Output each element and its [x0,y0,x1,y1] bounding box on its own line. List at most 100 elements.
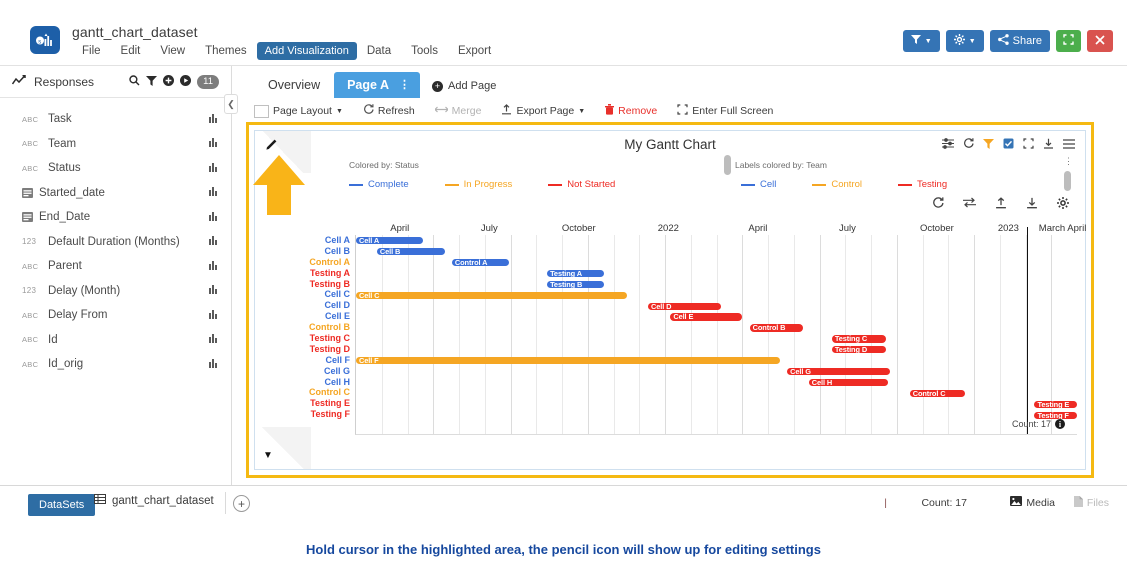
media-button[interactable]: Media [1010,496,1055,509]
menu-item-export[interactable]: Export [448,42,501,60]
bar-chart-icon[interactable] [209,235,219,248]
sidebar-item-team[interactable]: ABC Team [0,132,231,157]
bar-chart-icon[interactable] [209,186,219,199]
page-layout-button[interactable]: Page Layout ▼ [254,104,353,118]
filter-icon[interactable] [146,75,158,89]
download-icon[interactable] [1026,197,1038,212]
gantt-bar[interactable]: Cell B [376,248,445,255]
legend-item-not-started[interactable]: Not Started [548,179,615,190]
download-icon[interactable] [1043,138,1054,152]
menu-item-data[interactable]: Data [357,42,401,60]
fullscreen-button[interactable] [1056,30,1081,52]
menu-item-file[interactable]: File [72,42,111,60]
refresh-button[interactable]: Refresh [353,104,425,118]
sidebar-item-task[interactable]: ABC Task [0,107,231,132]
search-icon[interactable] [129,74,140,89]
gantt-bar[interactable]: Control A [451,258,509,266]
refresh-icon[interactable] [963,138,974,152]
filter-button[interactable]: ▼ [902,30,940,52]
sidebar-collapse-button[interactable]: ❮ [224,94,238,114]
datasets-tab[interactable]: DataSets [28,494,96,516]
enter-full-screen-button[interactable]: Enter Full Screen [667,104,783,118]
sidebar-item-status[interactable]: ABC Status [0,156,231,181]
sidebar-item-delay-from[interactable]: ABC Delay From [0,303,231,328]
gantt-bar[interactable]: Control B [749,324,803,332]
gantt-bar[interactable]: Cell A [356,237,424,245]
sidebar-item-started-date[interactable]: Started_date [0,181,231,206]
sidebar-item-end-date[interactable]: End_Date [0,205,231,230]
vertical-dots-icon[interactable]: ⋮ [399,80,410,91]
bar-chart-icon[interactable] [209,358,219,371]
gantt-bar[interactable]: Cell F [356,357,780,364]
menu-icon[interactable] [1063,138,1075,152]
menu-item-edit[interactable]: Edit [111,42,151,60]
gantt-bar[interactable]: Testing F [1034,411,1077,419]
caret-down-icon[interactable]: ▼ [263,450,273,461]
chart-count-status: Count: 17 i [1012,419,1065,429]
export-page-button[interactable]: Export Page ▼ [491,104,595,118]
checkbox-icon[interactable] [1003,138,1014,152]
gantt-bar[interactable]: Cell H [808,378,889,386]
bar-chart-icon[interactable] [209,211,219,224]
info-icon[interactable]: i [1055,419,1065,429]
add-circle-icon[interactable] [163,74,175,89]
bottom-pipe: | [884,497,887,509]
gear-icon[interactable] [1057,197,1069,212]
legend-item-complete[interactable]: Complete [349,179,409,190]
legend-right-menu-icon[interactable]: ⋮ [1064,157,1073,166]
legend-item-in-progress[interactable]: In Progress [444,179,512,190]
gantt-bars-area[interactable]: Cell A Cell B Control A Testing A Testing B C… [355,227,1077,435]
gantt-bar[interactable]: Testing C [831,335,886,343]
sidebar-item-parent[interactable]: ABC Parent [0,254,231,279]
gantt-bar[interactable]: Testing A [547,269,605,277]
gantt-bar[interactable]: Testing B [547,280,605,288]
gantt-bar[interactable]: Cell C [356,291,628,299]
sidebar-item-id[interactable]: ABC Id [0,328,231,353]
legend-scroll-right-handle[interactable] [1064,171,1071,191]
refresh-icon[interactable] [932,197,944,212]
bar-chart-icon[interactable] [209,137,219,150]
sidebar-item-default-duration[interactable]: 123 Default Duration (Months) [0,230,231,255]
menu-item-add-visualization[interactable]: Add Visualization [256,42,357,60]
legend-item-control[interactable]: Control [812,179,862,190]
menu-item-view[interactable]: View [150,42,195,60]
close-button[interactable] [1087,30,1113,52]
tab-overview[interactable]: Overview [254,72,334,98]
files-button[interactable]: Files [1073,496,1109,510]
expand-icon[interactable] [1023,138,1034,152]
sliders-icon[interactable] [942,138,954,152]
gantt-bar[interactable]: Cell G [787,367,890,375]
checkbox-icon[interactable] [254,104,269,118]
tab-page-a[interactable]: Page A ⋮ [334,72,421,98]
bar-chart-icon[interactable] [209,113,219,126]
bar-chart-icon[interactable] [209,162,219,175]
add-page-button[interactable]: + Add Page [420,74,508,98]
play-circle-icon[interactable] [180,74,192,89]
bar-chart-icon[interactable] [209,333,219,346]
menu-item-themes[interactable]: Themes [195,42,257,60]
gantt-gridline [742,235,744,434]
bar-chart-icon[interactable] [209,260,219,273]
add-dataset-button[interactable]: + [233,495,250,512]
legend-item-cell[interactable]: Cell [741,179,776,190]
swap-icon[interactable] [963,197,976,212]
sidebar-item-id-orig[interactable]: ABC Id_orig [0,352,231,377]
remove-button[interactable]: Remove [595,104,667,118]
bar-chart-icon[interactable] [209,284,219,297]
share-button[interactable]: Share [989,30,1050,52]
gantt-bar[interactable]: Cell E [670,313,742,321]
menu-item-tools[interactable]: Tools [401,42,448,60]
upload-icon[interactable] [995,197,1007,212]
gantt-bar[interactable]: Testing E [1034,400,1077,408]
gantt-bar[interactable]: Cell D [648,302,721,310]
settings-button[interactable]: ▼ [945,30,984,52]
gantt-bar[interactable]: Testing D [831,346,886,354]
legend-item-testing[interactable]: Testing [898,179,947,190]
sidebar-item-delay-month[interactable]: 123 Delay (Month) [0,279,231,304]
legend-scroll-left-handle[interactable] [724,155,731,175]
gantt-bar[interactable]: Control C [909,389,965,397]
dataset-tab-gantt-chart-dataset[interactable]: gantt_chart_dataset [94,494,214,507]
calendar-icon [22,212,33,223]
bar-chart-icon[interactable] [209,309,219,322]
filter-icon[interactable] [983,138,994,152]
